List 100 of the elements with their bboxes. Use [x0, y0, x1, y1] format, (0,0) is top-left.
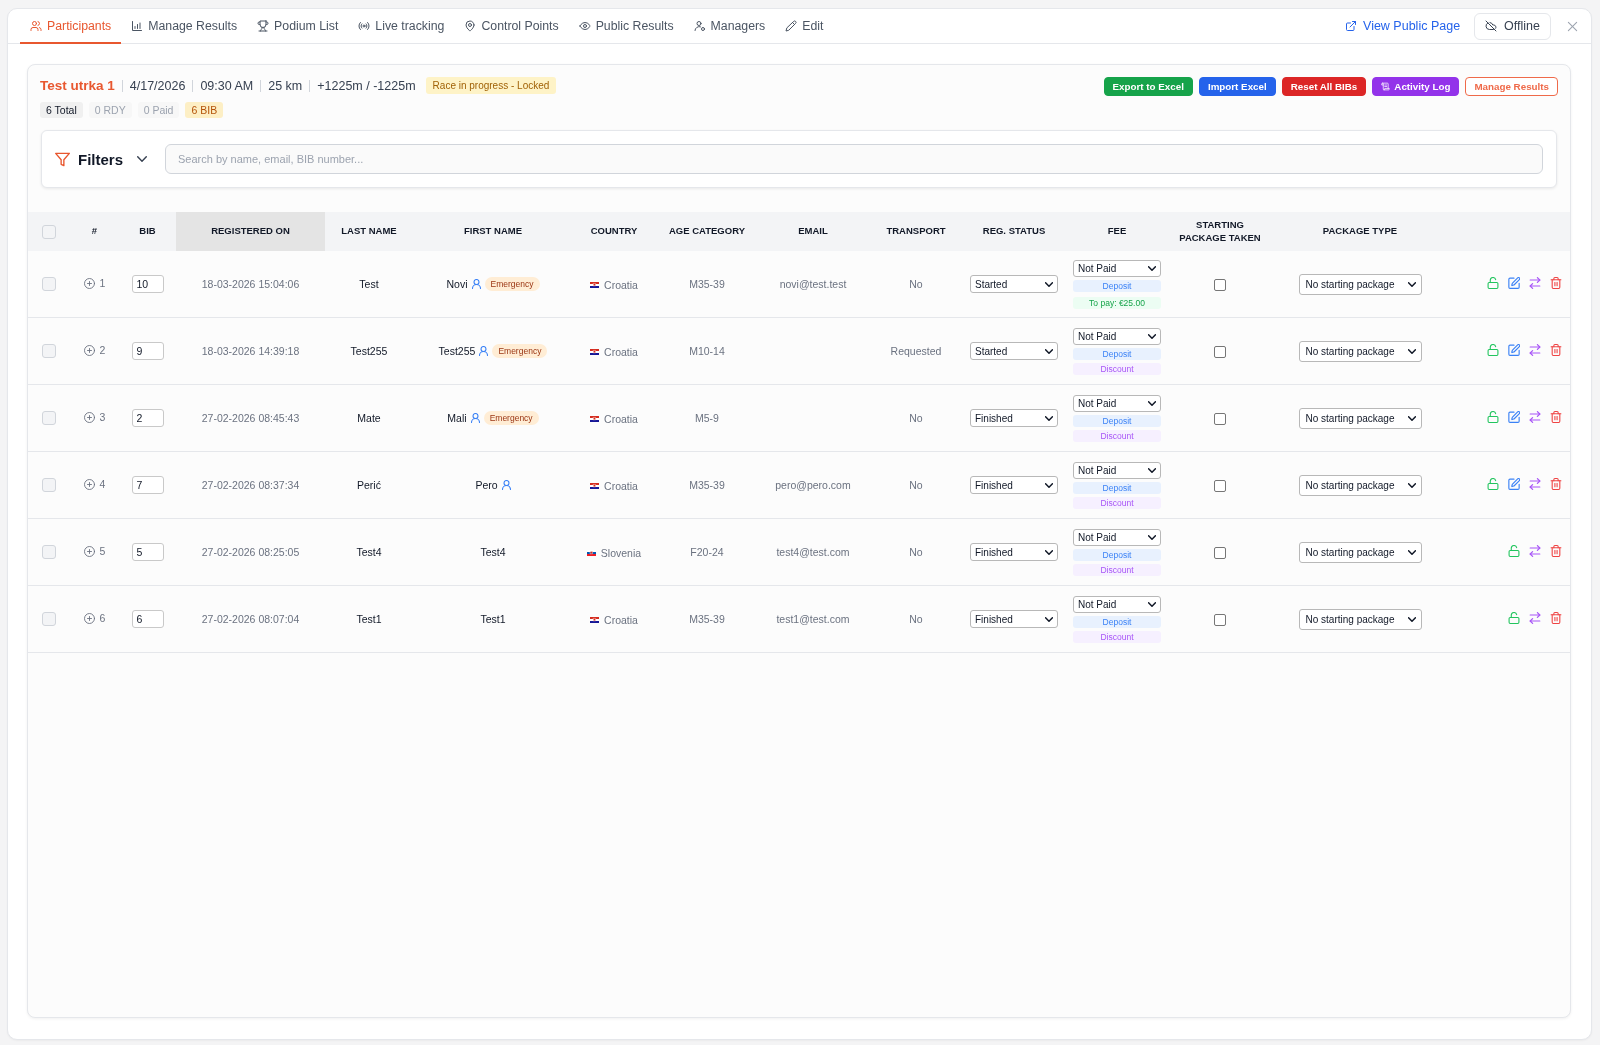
- edit-icon[interactable]: [1508, 411, 1520, 423]
- bib-field[interactable]: 9: [131, 342, 164, 360]
- fee-select[interactable]: Not Paid: [1073, 461, 1161, 479]
- close-icon[interactable]: [1567, 20, 1578, 32]
- row-number: 2: [99, 344, 106, 357]
- fee-select[interactable]: Not Paid: [1073, 259, 1161, 277]
- tab[interactable]: Manage Results: [121, 9, 248, 44]
- tab[interactable]: Podium List: [247, 9, 349, 44]
- swap-icon[interactable]: [1529, 344, 1541, 356]
- delete-icon[interactable]: [1550, 344, 1562, 356]
- delete-icon[interactable]: [1550, 277, 1562, 289]
- last-name: Test255: [350, 345, 388, 357]
- column-header[interactable]: AGE CATEGORY: [655, 212, 759, 251]
- chevron-down-icon: [1148, 400, 1156, 406]
- edit-icon[interactable]: [1508, 478, 1520, 490]
- package-select[interactable]: No starting package: [1298, 407, 1422, 429]
- fee-select[interactable]: Not Paid: [1073, 327, 1161, 345]
- plus-circle-icon[interactable]: [83, 545, 95, 557]
- view-public-page-link[interactable]: View Public Page: [1345, 19, 1461, 33]
- unlock-icon[interactable]: [1508, 545, 1520, 557]
- package-checkbox[interactable]: [1214, 278, 1226, 291]
- row-checkbox[interactable]: [42, 545, 56, 560]
- column-header[interactable]: BIB: [119, 212, 176, 251]
- bib-field[interactable]: 2: [131, 409, 164, 427]
- fee-select[interactable]: Not Paid: [1073, 394, 1161, 412]
- toolbar-button[interactable]: Activity Log: [1372, 77, 1460, 96]
- fee-tag: Deposit: [1073, 347, 1161, 360]
- toolbar-button[interactable]: Reset All BIBs: [1281, 77, 1367, 96]
- swap-icon[interactable]: [1529, 478, 1541, 490]
- bib-field[interactable]: 5: [131, 543, 164, 561]
- unlock-icon[interactable]: [1508, 612, 1520, 624]
- package-select[interactable]: No starting package: [1298, 474, 1422, 496]
- column-header[interactable]: #: [70, 212, 119, 251]
- swap-icon[interactable]: [1529, 277, 1541, 289]
- package-checkbox[interactable]: [1214, 546, 1226, 559]
- status-select[interactable]: Started: [970, 342, 1058, 360]
- column-header[interactable]: TRANSPORT: [867, 212, 965, 251]
- row-checkbox[interactable]: [42, 277, 56, 292]
- column-header[interactable]: FIRST NAME: [413, 212, 573, 251]
- tab[interactable]: Participants: [20, 9, 122, 44]
- plus-circle-icon[interactable]: [83, 344, 95, 356]
- search-field[interactable]: Search by name, email, BIB number...: [165, 144, 1543, 174]
- bib-field[interactable]: 7: [131, 476, 164, 494]
- tab[interactable]: Managers: [683, 9, 776, 44]
- swap-icon[interactable]: [1529, 545, 1541, 557]
- column-header[interactable]: FEE: [1063, 212, 1171, 251]
- swap-icon[interactable]: [1529, 411, 1541, 423]
- package-select[interactable]: No starting package: [1298, 273, 1422, 295]
- status-select[interactable]: Finished: [970, 543, 1058, 561]
- row-checkbox[interactable]: [42, 411, 56, 426]
- unlock-icon[interactable]: [1487, 411, 1499, 423]
- plus-circle-icon[interactable]: [83, 411, 95, 423]
- package-select[interactable]: No starting package: [1298, 541, 1422, 563]
- column-header[interactable]: EMAIL: [759, 212, 867, 251]
- column-header[interactable]: PACKAGE TYPE: [1269, 212, 1451, 251]
- chevron-down-icon: [1045, 616, 1053, 622]
- column-header[interactable]: LAST NAME: [325, 212, 413, 251]
- status-select[interactable]: Finished: [970, 610, 1058, 628]
- package-select[interactable]: No starting package: [1298, 608, 1422, 630]
- select-all-checkbox[interactable]: [42, 224, 56, 239]
- swap-icon[interactable]: [1529, 612, 1541, 624]
- fee-select[interactable]: Not Paid: [1073, 595, 1161, 613]
- row-checkbox[interactable]: [42, 344, 56, 359]
- filters-toggle[interactable]: Filters: [55, 150, 147, 168]
- tab[interactable]: Edit: [775, 9, 834, 44]
- tab[interactable]: Public Results: [568, 9, 684, 44]
- unlock-icon[interactable]: [1487, 478, 1499, 490]
- delete-icon[interactable]: [1550, 411, 1562, 423]
- status-select[interactable]: Finished: [970, 409, 1058, 427]
- bib-field[interactable]: 10: [131, 275, 164, 293]
- row-checkbox[interactable]: [42, 612, 56, 627]
- bib-field[interactable]: 6: [131, 610, 164, 628]
- column-header[interactable]: REGISTERED ON: [176, 212, 325, 251]
- offline-button[interactable]: Offline: [1474, 12, 1551, 40]
- package-checkbox[interactable]: [1214, 345, 1226, 358]
- plus-circle-icon[interactable]: [83, 277, 95, 289]
- row-checkbox[interactable]: [42, 478, 56, 493]
- plus-circle-icon[interactable]: [83, 478, 95, 490]
- chevron-down-icon: [1407, 348, 1416, 354]
- fee-select[interactable]: Not Paid: [1073, 528, 1161, 546]
- plus-circle-icon[interactable]: [83, 612, 95, 624]
- delete-icon[interactable]: [1550, 612, 1562, 624]
- unlock-icon[interactable]: [1487, 277, 1499, 289]
- edit-icon[interactable]: [1508, 344, 1520, 356]
- package-checkbox[interactable]: [1214, 412, 1226, 425]
- column-header[interactable]: STARTING PACKAGE TAKEN: [1171, 212, 1269, 251]
- package-checkbox[interactable]: [1214, 613, 1226, 626]
- toolbar-button[interactable]: Import Excel: [1198, 77, 1276, 96]
- status-select[interactable]: Started: [970, 275, 1058, 293]
- delete-icon[interactable]: [1550, 478, 1562, 490]
- delete-icon[interactable]: [1550, 545, 1562, 557]
- edit-icon[interactable]: [1508, 277, 1520, 289]
- package-select[interactable]: No starting package: [1298, 340, 1422, 362]
- tab[interactable]: Control Points: [454, 9, 569, 44]
- column-header[interactable]: COUNTRY: [573, 212, 655, 251]
- unlock-icon[interactable]: [1487, 344, 1499, 356]
- status-select[interactable]: Finished: [970, 476, 1058, 494]
- column-header[interactable]: REG. STATUS: [965, 212, 1063, 251]
- tab[interactable]: Live tracking: [348, 9, 455, 44]
- package-checkbox[interactable]: [1214, 479, 1226, 492]
